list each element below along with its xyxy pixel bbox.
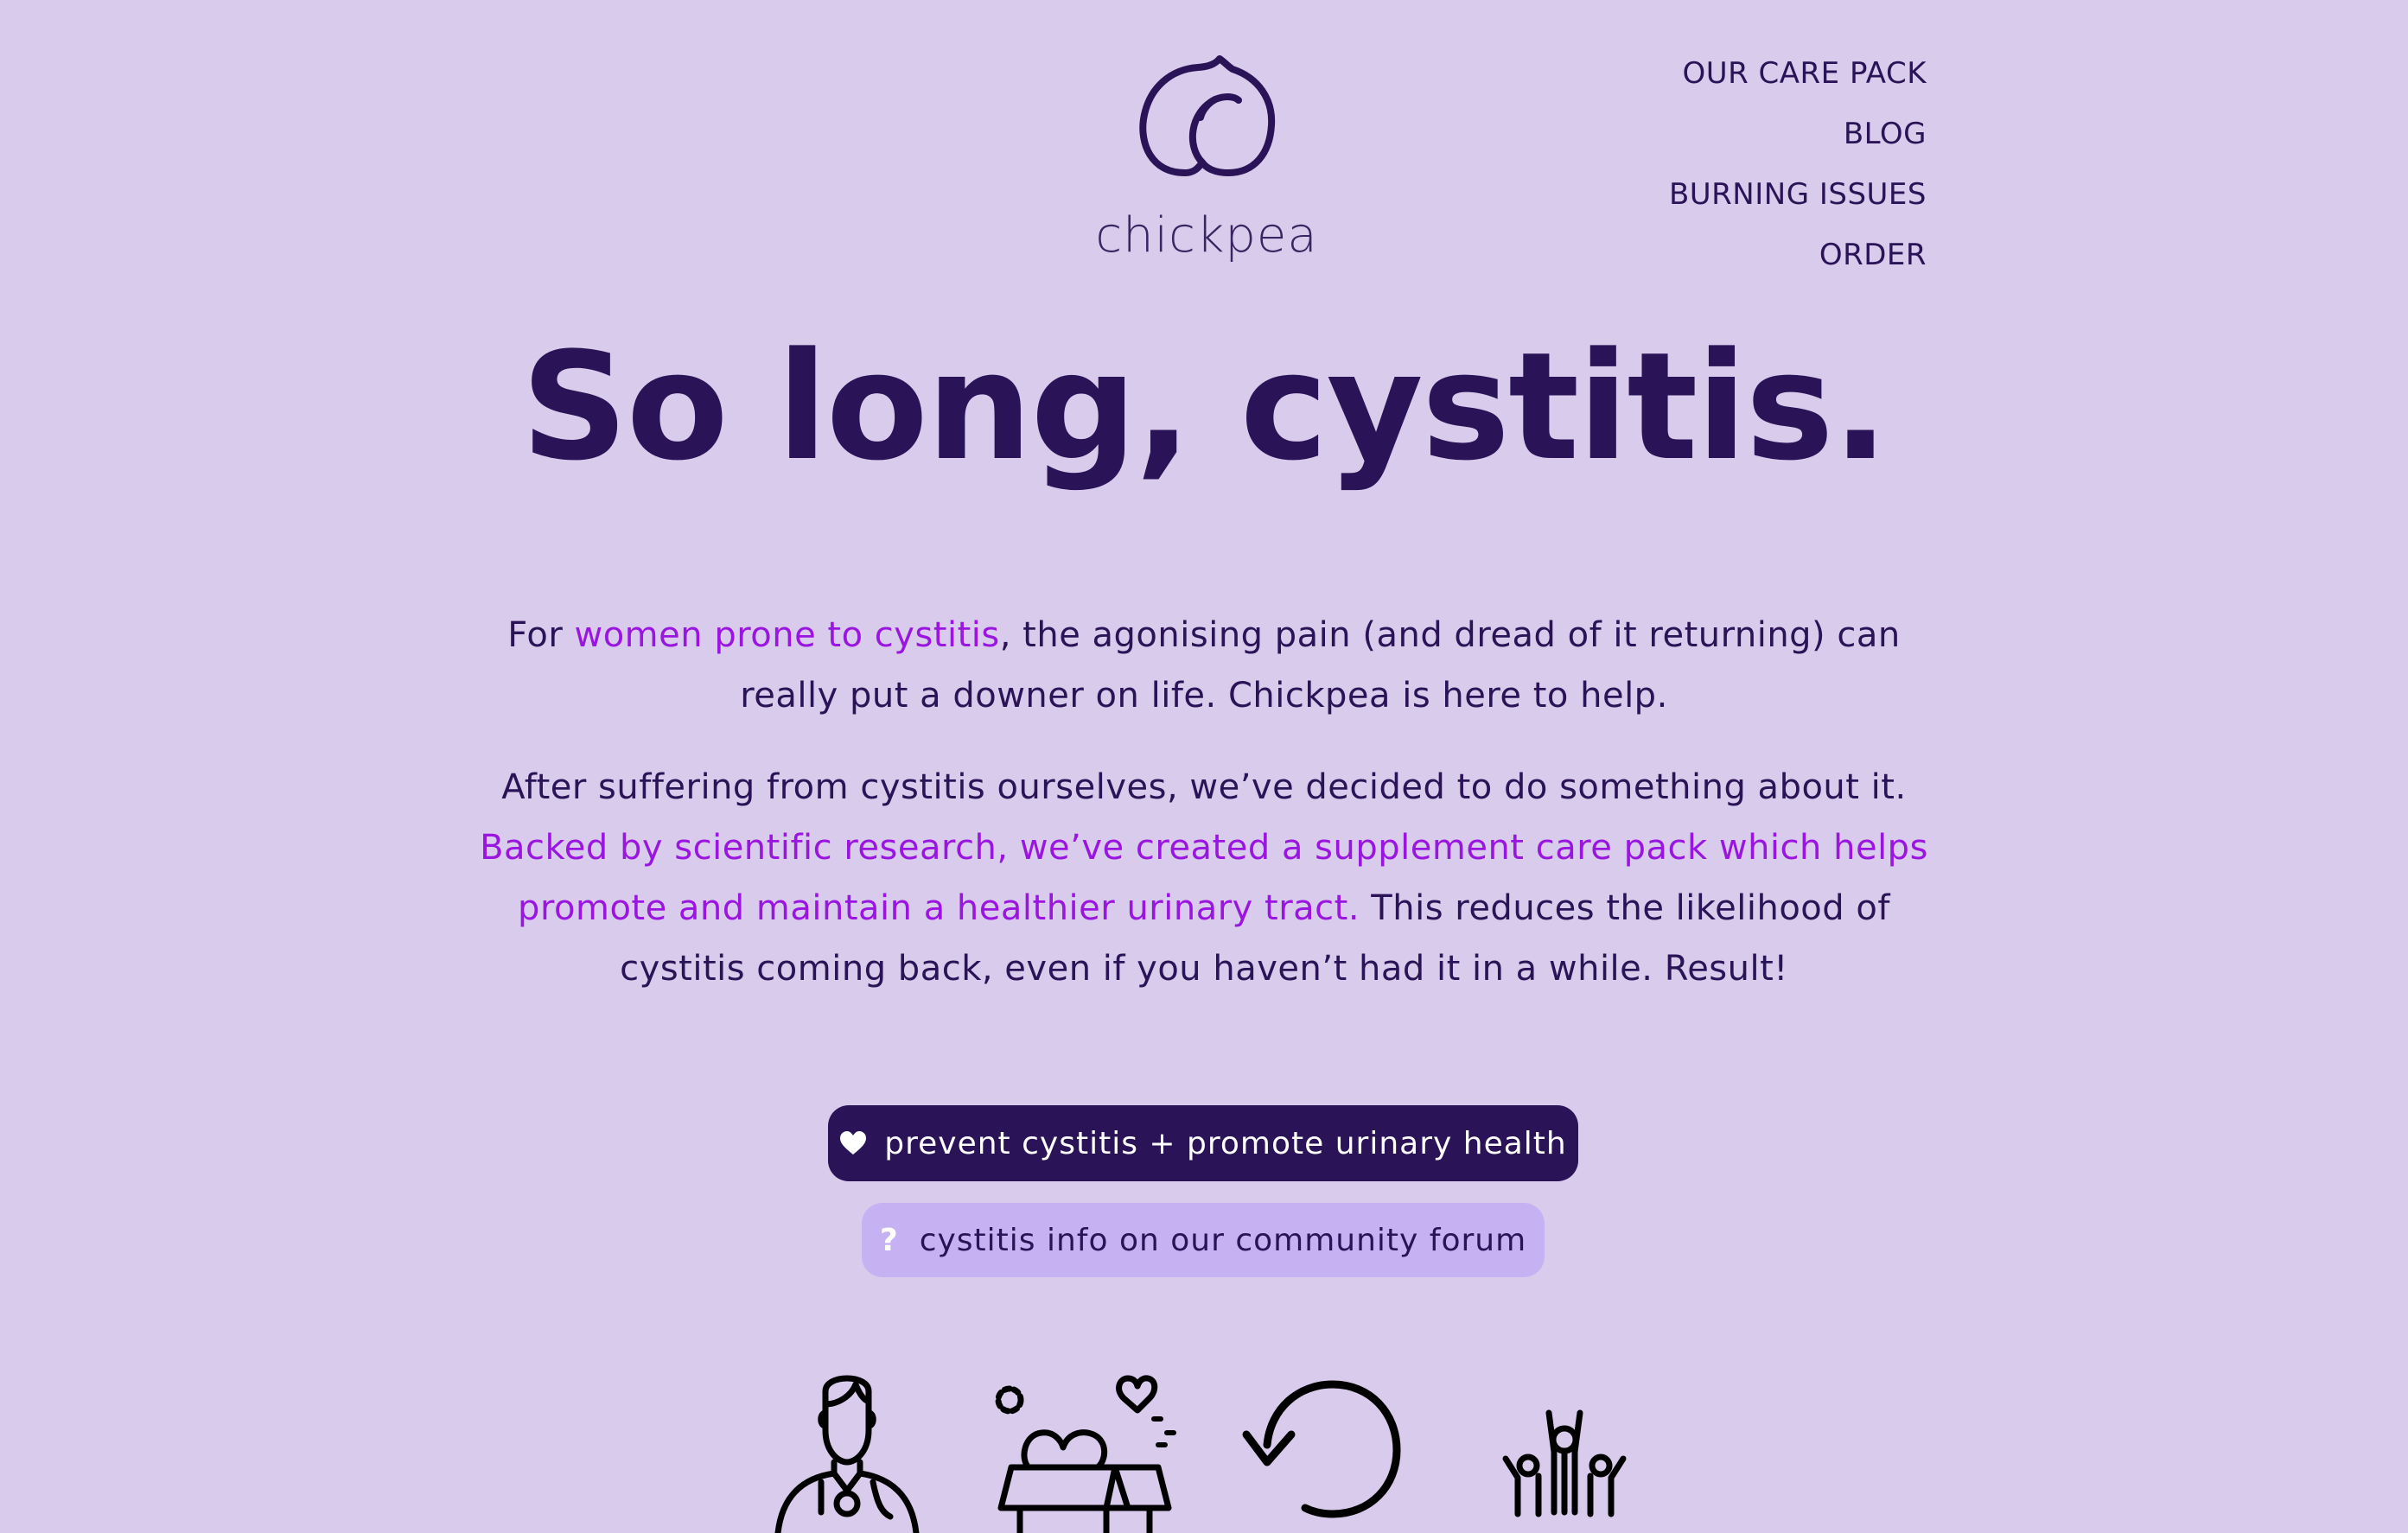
chickpea-icon (1139, 55, 1276, 176)
nav-item-our-care-pack[interactable]: OUR CARE PACK (1669, 50, 1927, 111)
nav-item-order[interactable]: ORDER (1669, 232, 1927, 292)
community-forum-label: cystitis info on our community forum (919, 1222, 1527, 1258)
main-nav: OUR CARE PACK BLOG BURNING ISSUES ORDER (1669, 50, 1927, 292)
intro-paragraph-2: After suffering from cystitis ourselves,… (469, 757, 1939, 999)
brand-name: chickpea (1095, 207, 1318, 264)
women-prone-link[interactable]: women prone to cystitis (574, 615, 999, 655)
community-forum-button[interactable]: ? cystitis info on our community forum (862, 1203, 1545, 1277)
community-icon (1502, 1409, 1627, 1517)
hero-headline: So long, cystitis. (520, 320, 1889, 493)
prevent-cystitis-button[interactable]: prevent cystitis + promote urinary healt… (828, 1105, 1578, 1181)
question-icon: ? (879, 1222, 899, 1258)
nav-item-blog[interactable]: BLOG (1669, 111, 1927, 171)
intro-p2-text-start: After suffering from cystitis ourselves,… (501, 767, 1907, 807)
feature-icons (0, 1365, 2408, 1533)
heart-icon (839, 1131, 867, 1155)
intro-paragraph-1: For women prone to cystitis, the agonisi… (469, 605, 1939, 726)
prevent-cystitis-label: prevent cystitis + promote urinary healt… (884, 1125, 1567, 1161)
intro-copy: For women prone to cystitis, the agonisi… (469, 605, 1939, 1030)
nav-item-burning-issues[interactable]: BURNING ISSUES (1669, 171, 1927, 232)
brand-logo[interactable]: chickpea (1094, 52, 1319, 277)
intro-p1-text-start: For (507, 615, 575, 655)
doctor-icon (774, 1375, 920, 1533)
care-package-icon (995, 1375, 1176, 1533)
refresh-icon (1242, 1380, 1401, 1518)
